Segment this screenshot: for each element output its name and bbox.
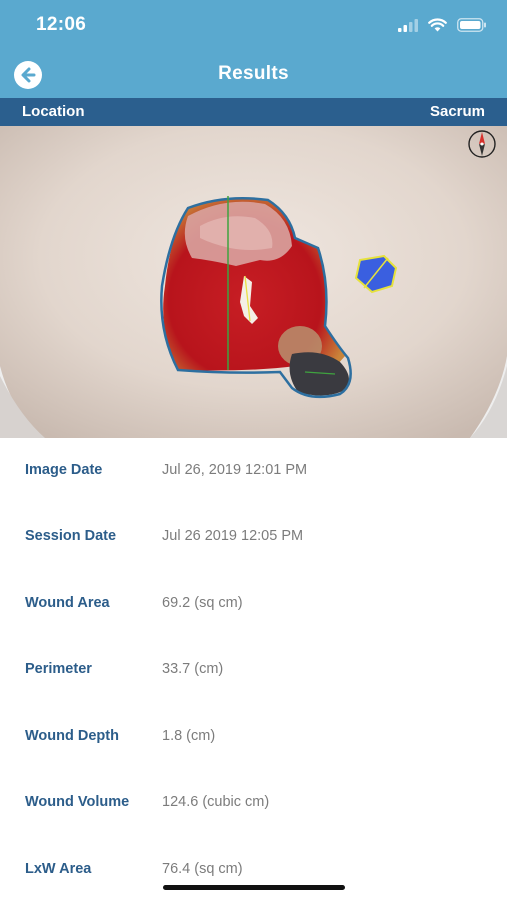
status-time: 12:06	[36, 14, 87, 35]
location-value: Sacrum	[429, 103, 485, 120]
detail-row-session-date: Session Date Jul 26 2019 12:05 PM	[0, 524, 507, 554]
status-icons	[398, 18, 487, 32]
detail-row-wound-volume: Wound Volume 124.6 (cubic cm)	[0, 790, 507, 820]
detail-label: Wound Depth	[25, 728, 119, 744]
detail-label: Wound Area	[25, 595, 110, 611]
cellular-signal-icon	[398, 19, 418, 32]
detail-value: 33.7 (cm)	[162, 661, 224, 677]
detail-value: 124.6 (cubic cm)	[162, 794, 270, 810]
compass-icon[interactable]	[467, 129, 497, 159]
detail-row-wound-area: Wound Area 69.2 (sq cm)	[0, 591, 507, 621]
detail-label: Image Date	[25, 462, 103, 478]
results-details: Image Date Jul 26, 2019 12:01 PM Session…	[0, 438, 507, 900]
location-bar: Location Sacrum	[0, 98, 507, 126]
detail-value: 1.8 (cm)	[162, 728, 216, 744]
navigation-bar: Results	[0, 52, 507, 98]
detail-value: 76.4 (sq cm)	[162, 861, 243, 877]
detail-row-lxw-area: LxW Area 76.4 (sq cm)	[0, 857, 507, 887]
wifi-icon	[428, 18, 447, 32]
home-indicator[interactable]	[163, 885, 345, 890]
page-title: Results	[218, 63, 289, 84]
detail-label: Wound Volume	[25, 794, 130, 810]
wound-image	[0, 126, 507, 438]
detail-value: 69.2 (sq cm)	[162, 595, 243, 611]
location-label: Location	[22, 103, 85, 120]
wound-photo	[0, 126, 507, 438]
detail-value: Jul 26 2019 12:05 PM	[162, 528, 304, 544]
detail-label: LxW Area	[25, 861, 92, 877]
status-bar: 12:06	[0, 0, 507, 52]
detail-row-perimeter: Perimeter 33.7 (cm)	[0, 657, 507, 687]
battery-icon	[457, 18, 486, 32]
detail-value: Jul 26, 2019 12:01 PM	[162, 462, 308, 478]
detail-label: Perimeter	[25, 661, 92, 677]
detail-label: Session Date	[25, 528, 117, 544]
detail-row-wound-depth: Wound Depth 1.8 (cm)	[0, 724, 507, 754]
detail-row-image-date: Image Date Jul 26, 2019 12:01 PM	[0, 458, 507, 488]
